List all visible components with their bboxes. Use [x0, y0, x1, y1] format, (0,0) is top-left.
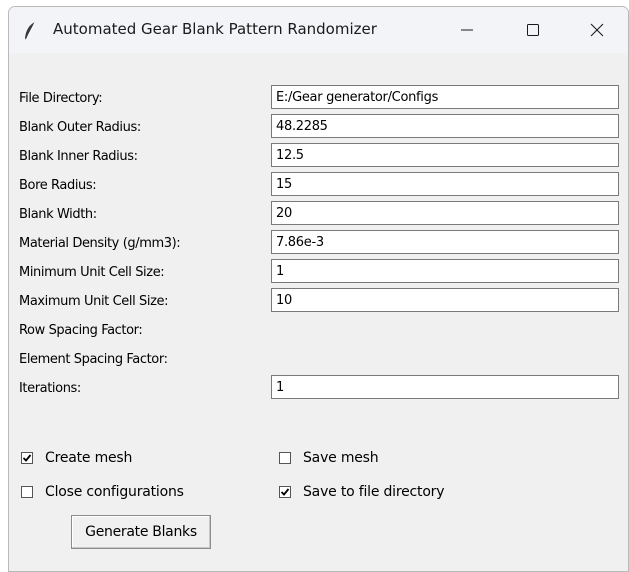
row-spacing-factor-label: Row Spacing Factor:	[19, 323, 143, 338]
element-spacing-factor-label: Element Spacing Factor:	[19, 352, 168, 367]
bore-radius-input[interactable]: 15	[271, 172, 619, 196]
file-directory-input[interactable]: E:/Gear generator/Configs	[271, 85, 619, 109]
blank-width-input[interactable]: 20	[271, 201, 619, 225]
close-configurations-checkbox[interactable]: Close configurations	[21, 484, 184, 500]
maximum-unit-cell-size-input[interactable]: 10	[271, 288, 619, 312]
save-mesh-checkbox[interactable]: Save mesh	[279, 450, 379, 466]
minimize-icon	[461, 29, 473, 31]
bore-radius-label: Bore Radius:	[19, 178, 97, 193]
checkbox-unchecked-icon	[21, 486, 33, 498]
maximum-unit-cell-size-label: Maximum Unit Cell Size:	[19, 294, 169, 309]
create-mesh-checkbox[interactable]: Create mesh	[21, 450, 132, 466]
minimum-unit-cell-size-label: Minimum Unit Cell Size:	[19, 265, 165, 280]
title-bar[interactable]: Automated Gear Blank Pattern Randomizer	[9, 7, 628, 53]
maximize-button[interactable]	[501, 7, 565, 53]
close-configurations-label: Close configurations	[45, 484, 184, 500]
save-to-file-directory-checkbox[interactable]: Save to file directory	[279, 484, 445, 500]
feather-icon	[23, 21, 37, 41]
checkbox-checked-icon	[21, 452, 33, 464]
close-button[interactable]	[565, 7, 628, 53]
window-title: Automated Gear Blank Pattern Randomizer	[53, 20, 377, 38]
checkbox-checked-icon	[279, 486, 291, 498]
material-density-label: Material Density (g/mm3):	[19, 236, 181, 251]
checkbox-unchecked-icon	[279, 452, 291, 464]
create-mesh-label: Create mesh	[45, 450, 133, 466]
material-density-input[interactable]: 7.86e-3	[271, 230, 619, 254]
save-mesh-label: Save mesh	[303, 450, 379, 466]
blank-outer-radius-label: Blank Outer Radius:	[19, 120, 141, 135]
blank-width-label: Blank Width:	[19, 207, 97, 222]
save-to-file-directory-label: Save to file directory	[303, 484, 445, 500]
iterations-input[interactable]: 1	[271, 375, 619, 399]
app-window: Automated Gear Blank Pattern Randomizer …	[8, 6, 629, 572]
iterations-label: Iterations:	[19, 381, 81, 396]
close-icon	[590, 23, 604, 37]
generate-blanks-button[interactable]: Generate Blanks	[71, 515, 211, 549]
file-directory-label: File Directory:	[19, 91, 103, 106]
maximize-icon	[527, 24, 539, 36]
blank-inner-radius-input[interactable]: 12.5	[271, 143, 619, 167]
blank-inner-radius-label: Blank Inner Radius:	[19, 149, 138, 164]
minimum-unit-cell-size-input[interactable]: 1	[271, 259, 619, 283]
blank-outer-radius-input[interactable]: 48.2285	[271, 114, 619, 138]
minimize-button[interactable]	[435, 7, 499, 53]
